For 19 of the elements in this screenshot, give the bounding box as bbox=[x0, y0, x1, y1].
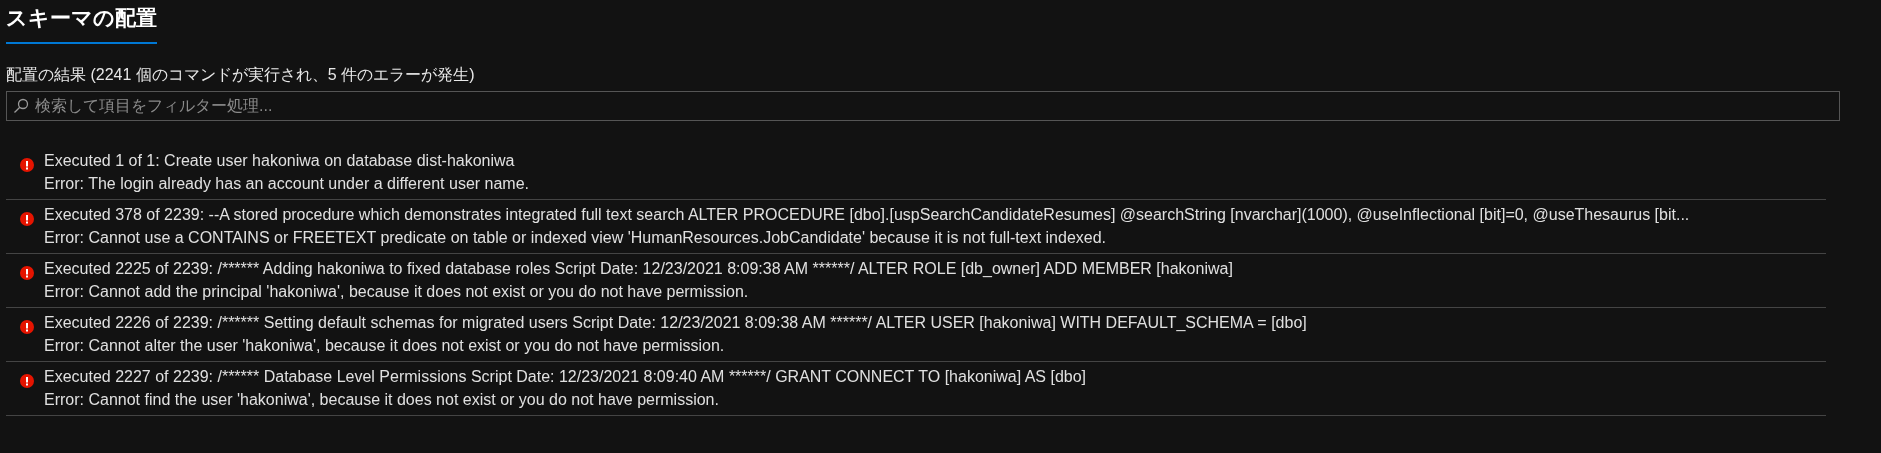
tab[interactable]: スキーマの配置 bbox=[6, 0, 157, 44]
error-message: Error: Cannot add the principal 'hakoniwa', because it does not exist or you do not have permission. bbox=[44, 281, 750, 302]
error-icon bbox=[20, 373, 34, 388]
error-message: Error: Cannot use a CONTAINS or FREETEXT predicate on table or indexed view 'HumanResources.JobCandidate' because it is not full-text indexed. bbox=[44, 227, 1108, 248]
error-icon bbox=[20, 157, 34, 172]
result-title: Executed 2225 of 2239: /****** Adding hakoniwa to fixed database roles Script Date: 12/23/2021 8:09:38 AM ******/ ALTER ROLE [db_owner] ADD MEMBER [hakoniwa] bbox=[44, 258, 1233, 279]
error-message: Error: The login already has an account under a different user name. bbox=[44, 173, 530, 194]
error-icon bbox=[20, 319, 34, 334]
result-title: Executed 378 of 2239: --A stored procedure which demonstrates integrated full text search ALTER PROCEDURE [dbo].[uspSearchCandidateResumes] @searchString [nvarchar](1000), @useInflectional [bit]=0, @useThesaurus [bit... bbox=[44, 204, 1690, 225]
result-title: Executed 2226 of 2239: /****** Setting default schemas for migrated users Script Date: 12/23/2021 8:09:38 AM ******/ ALTER USER [hakoniwa] WITH DEFAULT_SCHEMA = [dbo] bbox=[44, 312, 1307, 333]
result-title: Executed 2227 of 2239: /****** Database Level Permissions Script Date: 12/23/2021 8:09:40 AM ******/ GRANT CONNECT TO [hakoniwa] AS [dbo] bbox=[44, 366, 1087, 387]
search-field[interactable]: 検索して項目をフィルター処理... bbox=[6, 90, 1840, 121]
summary-text: 配置の結果 (2241 個のコマンドが実行され、5 件のエラーが発生) bbox=[6, 64, 476, 85]
error-message: Error: Cannot alter the user 'hakoniwa', because it does not exist or you do not have permission. bbox=[44, 335, 726, 356]
result-title: Executed 1 of 1: Create user hakoniwa on database dist-hakoniwa bbox=[44, 150, 516, 171]
error-icon bbox=[20, 265, 34, 280]
error-message: Error: Cannot find the user 'hakoniwa', because it does not exist or you do not have permission. bbox=[44, 389, 720, 410]
error-icon bbox=[20, 211, 34, 226]
search-icon bbox=[13, 97, 29, 114]
